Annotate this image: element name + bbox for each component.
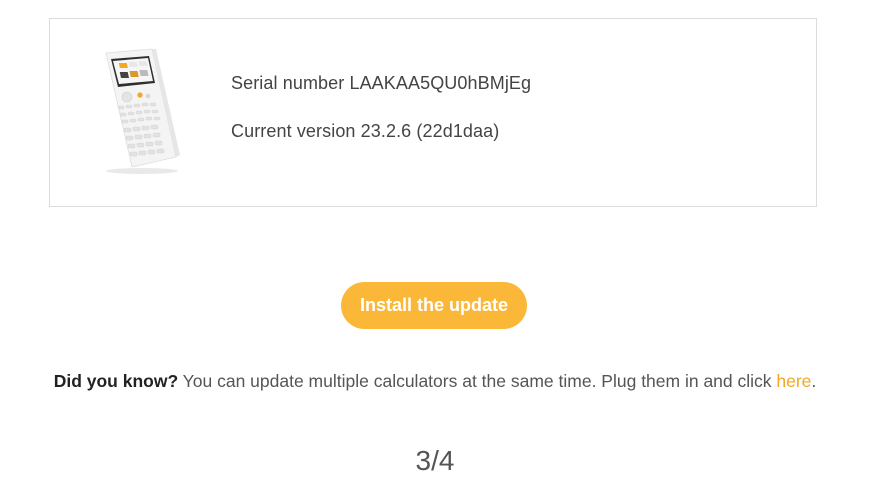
install-update-button[interactable]: Install the update (341, 282, 527, 329)
tip-text: You can update multiple calculators at t… (178, 371, 777, 391)
tip-end: . (811, 371, 817, 391)
did-you-know-tip: Did you know? You can update multiple ca… (0, 371, 870, 392)
here-link[interactable]: here (776, 371, 811, 391)
tip-label: Did you know? (53, 371, 179, 391)
calculator-image (105, 48, 180, 174)
device-card: Serial number LAAKAA5QU0hBMjEg Current v… (49, 18, 817, 207)
update-page: Serial number LAAKAA5QU0hBMjEg Current v… (0, 0, 870, 488)
step-indicator: 3/4 (415, 445, 455, 476)
device-info: Serial number LAAKAA5QU0hBMjEg Current v… (231, 71, 531, 143)
current-version: Current version 23.2.6 (22d1daa) (231, 121, 500, 141)
serial-number: Serial number LAAKAA5QU0hBMjEg (231, 73, 532, 93)
